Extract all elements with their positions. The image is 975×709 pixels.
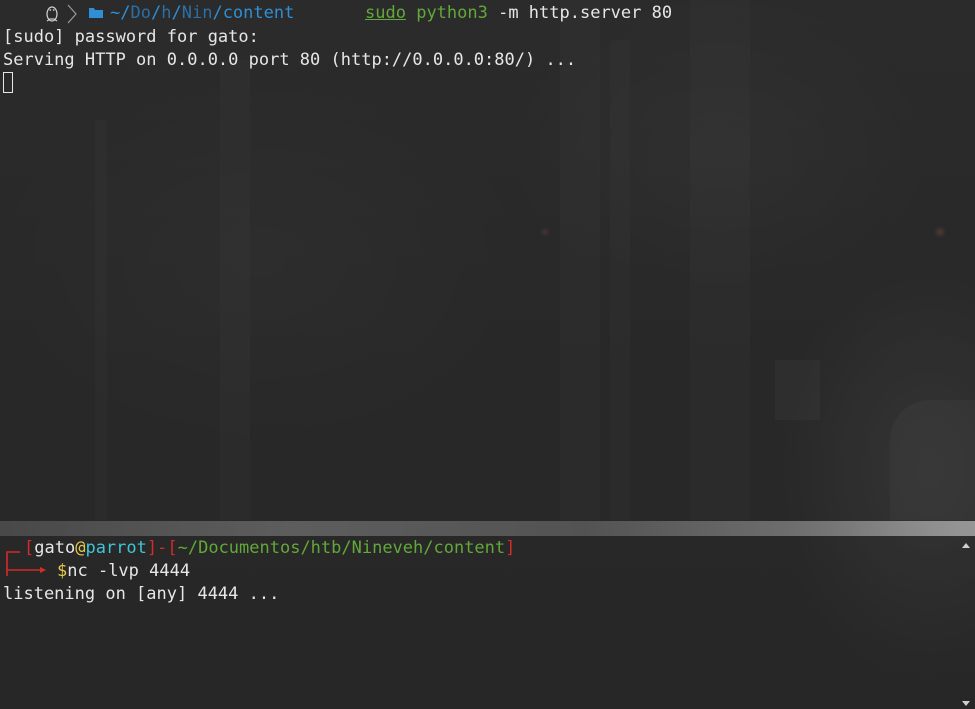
text-cursor xyxy=(3,72,13,93)
sudo-keyword: sudo xyxy=(365,3,406,23)
command-args: -m http.server 80 xyxy=(487,3,673,23)
output-line: listening on [any] 4444 ... xyxy=(3,584,280,604)
terminal-pane-top[interactable]: ~/Do/h/Nin/content sudo python3 -m http.… xyxy=(0,0,975,521)
prompt-user: gato xyxy=(34,538,76,558)
command-program: python3 xyxy=(416,3,488,23)
command-line: sudo python3 -m http.server 80 xyxy=(365,3,672,23)
linux-tux-icon xyxy=(46,6,58,22)
prompt-dollar: $ xyxy=(57,561,68,581)
chevron-right-icon xyxy=(67,4,77,24)
output-line: Serving HTTP on 0.0.0.0 port 80 (http://… xyxy=(3,50,577,70)
prompt-host: parrot xyxy=(85,538,147,558)
folder-icon xyxy=(89,8,103,18)
prompt-path: ~/Documentos/htb/Nineveh/content xyxy=(177,538,506,558)
command-line: $nc -lvp 4444 xyxy=(57,560,190,582)
pane-divider[interactable] xyxy=(0,521,975,536)
prompt-header: [gato@parrot]-[~/Documentos/htb/Nineveh/… xyxy=(24,538,516,558)
command-text: nc -lvp 4444 xyxy=(67,561,191,581)
output-line: [sudo] password for gato: xyxy=(3,27,259,47)
scroll-down-arrow[interactable] xyxy=(962,701,970,706)
prompt-path: ~/Do/h/Nin/content xyxy=(110,3,295,23)
scroll-up-arrow[interactable] xyxy=(962,543,970,548)
